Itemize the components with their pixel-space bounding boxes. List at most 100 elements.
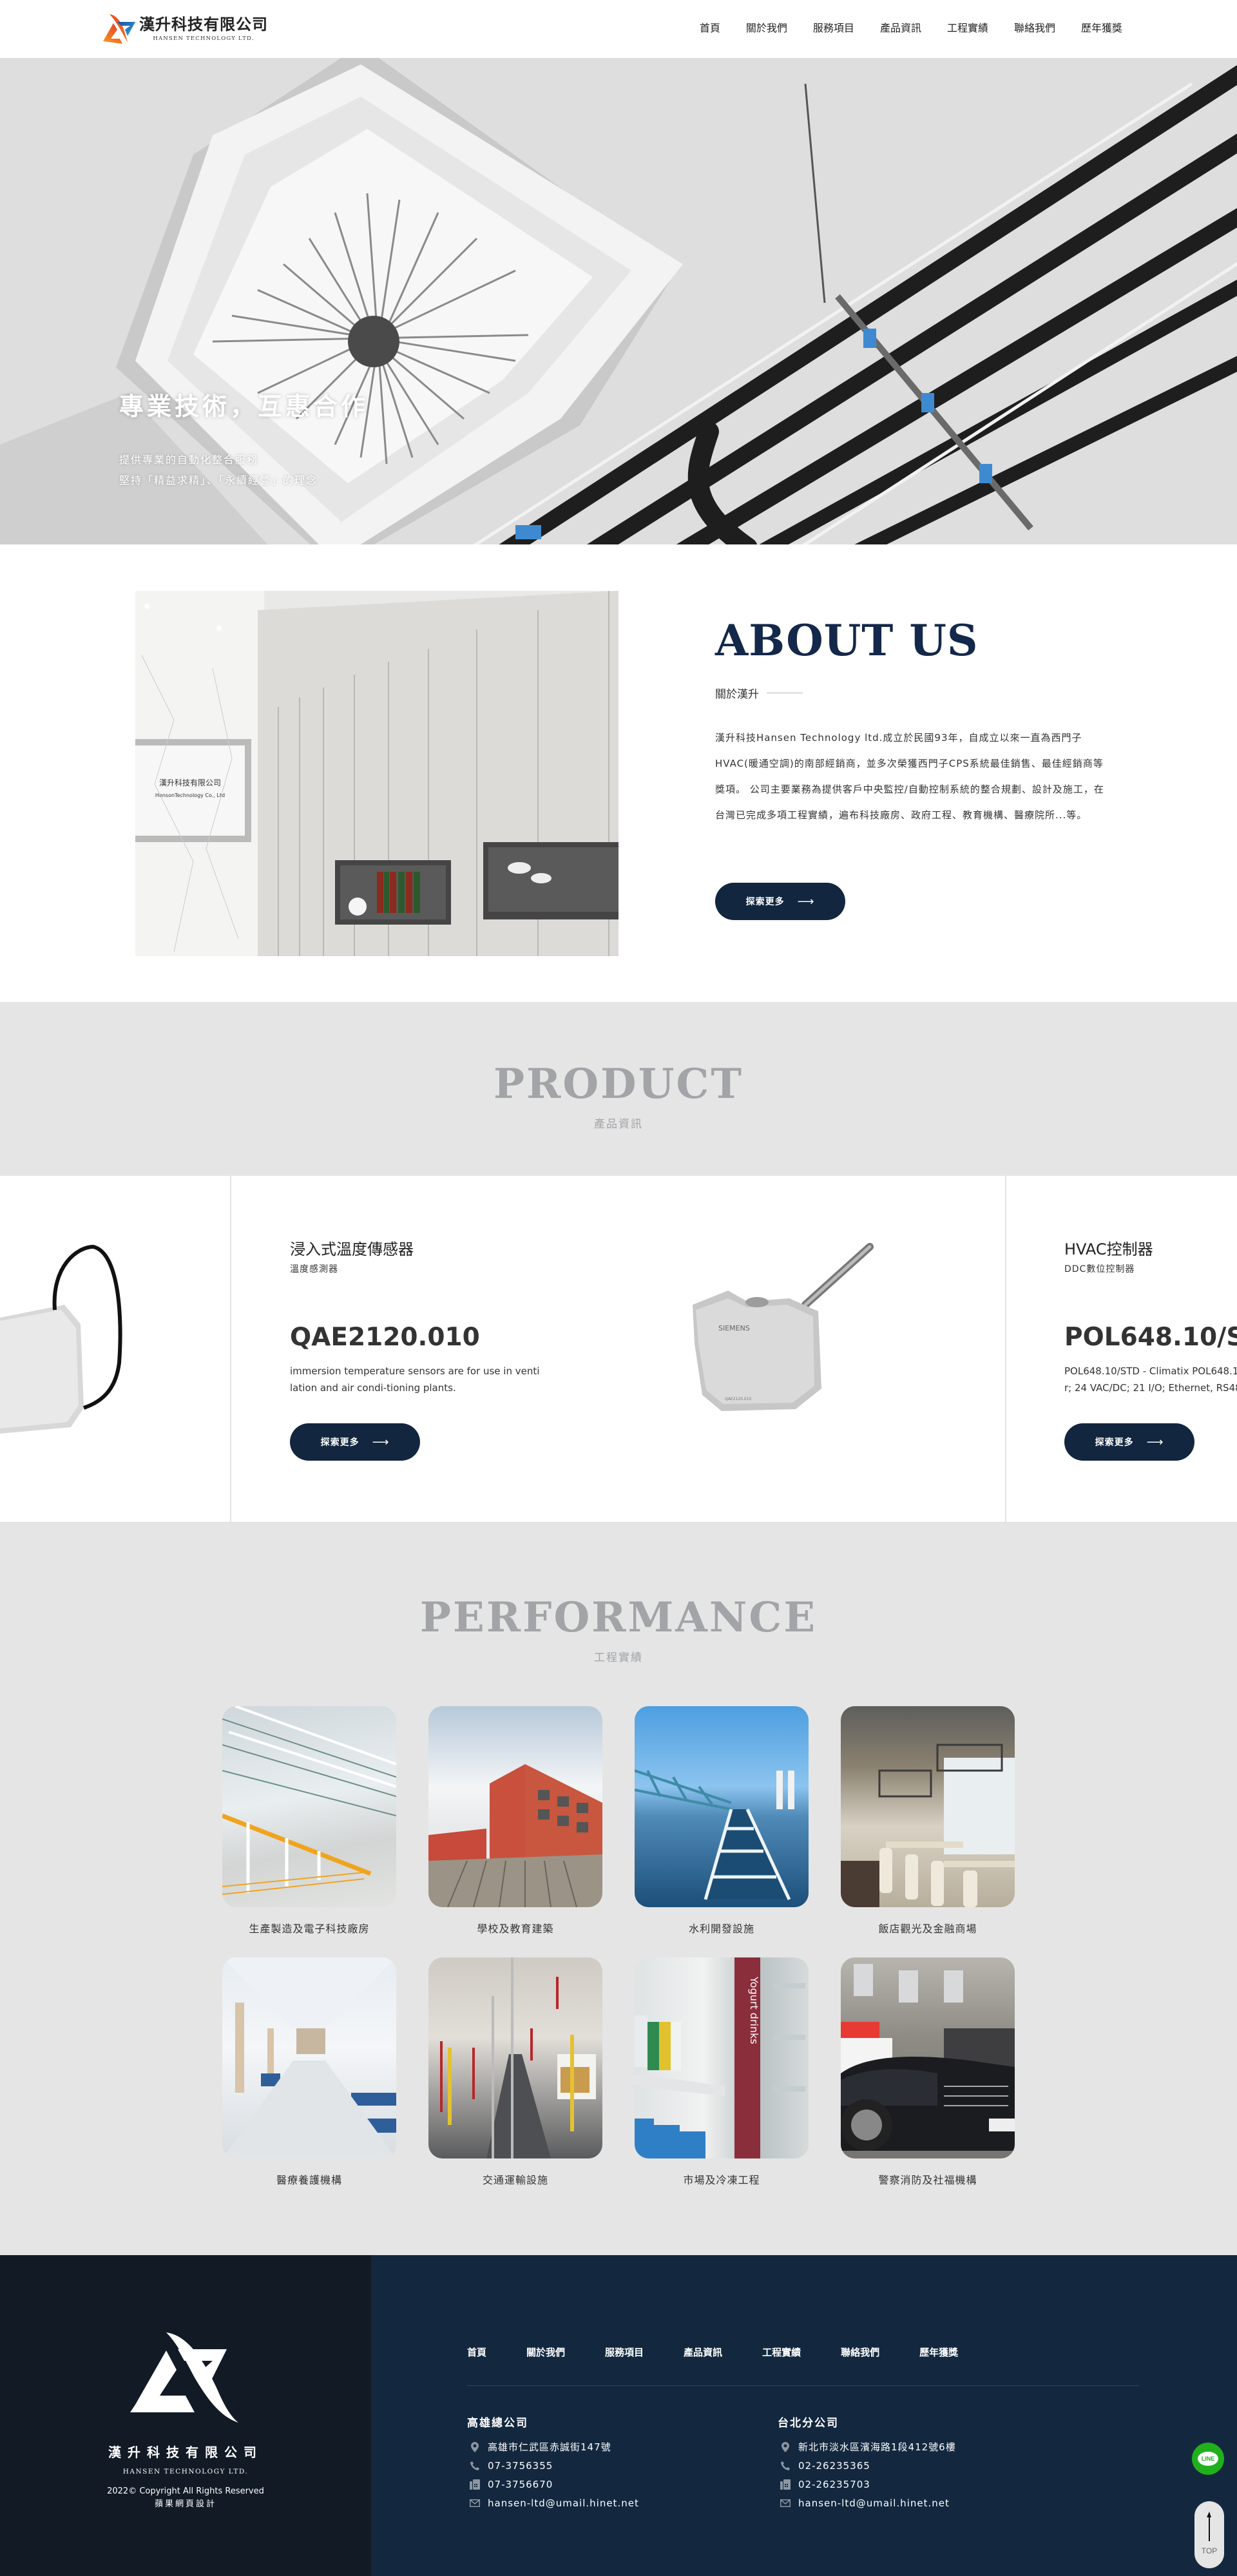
nav-item-products[interactable]: 產品資訊 [880,19,921,35]
footer-brand: 漢升科技有限公司 HANSEN TECHNOLOGY LTD. 2022© Co… [0,2255,371,2576]
office-fax: 02-26235703 [778,2475,956,2494]
back-to-top-button[interactable]: TOP [1194,2501,1224,2568]
hero-subtitle-line-2: 堅持「精益求精」、「永續經營」的理念 [119,474,318,486]
office-email-link[interactable]: hansen-ltd@umail.hinet.net [798,2497,950,2509]
product-name: HVAC控制器 [1064,1240,1153,1258]
nav-item-about[interactable]: 關於我們 [746,19,787,35]
performance-grid: 生產製造及電子科技廠房 學校及教育建築 水利開發設施 飯店觀光及金融商場 醫療養… [222,1706,1015,2187]
product-description: POL648.10/STD - Climatix POL648.10/STD c… [1064,1365,1237,1394]
performance-section: PERFORMANCE 工程實績 生產製造及電子科技廠房 學校及教育建築 水利開… [0,1523,1237,2255]
product-image-previous[interactable] [0,1240,129,1447]
arrow-right-icon: ⟶ [1146,1435,1164,1449]
performance-label: 生產製造及電子科技廠房 [249,1923,370,1935]
fax-icon [778,2479,793,2490]
product-explore-more-button[interactable]: 探索更多 ⟶ [290,1423,420,1461]
performance-item-factory[interactable]: 生產製造及電子科技廠房 [222,1706,396,1936]
office-address: 新北市淡水區濱海路1段412號6樓 [778,2437,956,2456]
back-to-top-label: TOP [1201,2546,1218,2555]
performance-label: 飯店觀光及金融商場 [878,1923,977,1935]
footer-divider [467,2385,1139,2386]
performance-item-restaurant[interactable]: 飯店觀光及金融商場 [841,1706,1015,1936]
performance-image-train [428,1957,602,2158]
performance-image-police [841,1957,1015,2158]
about-explore-more-label: 探索更多 [745,897,785,907]
logo[interactable]: 漢升科技有限公司 HANSEN TECHNOLOGY LTD. [102,10,268,46]
performance-image-hospital [222,1957,396,2158]
footer-nav-item-awards[interactable]: 歷年獲獎 [919,2345,958,2359]
nav-item-services[interactable]: 服務項目 [813,19,854,35]
hero-title: 專業技術，互惠合作 [119,392,369,421]
performance-item-hospital[interactable]: 醫療養護機構 [222,1957,396,2187]
about-explore-more-button[interactable]: 探索更多 ⟶ [715,883,845,920]
logo-mark-icon [103,14,135,44]
performance-label: 醫療養護機構 [276,2174,342,2186]
footer-designer-link[interactable]: 蘋果網頁設計 [0,2498,371,2511]
product-category: DDC數位控制器 [1064,1264,1135,1274]
footer-nav-item-contact[interactable]: 聯絡我們 [841,2345,879,2359]
performance-image-market: Yogurt drinks [635,1957,809,2158]
performance-image-school [428,1706,602,1907]
site-header: 漢升科技有限公司 HANSEN TECHNOLOGY LTD. 首頁 關於我們 … [0,0,1237,58]
about-image-sign-en: HensonTechnology Co., Ltd [155,793,225,798]
envelope-icon [778,2499,793,2507]
office-address: 高雄市仁武區赤誠街147號 [467,2437,639,2456]
footer-nav-item-about[interactable]: 關於我們 [526,2345,565,2359]
phone-icon [778,2461,793,2470]
office-phone: 02-26235365 [778,2456,956,2475]
nav-item-awards[interactable]: 歷年獲獎 [1081,19,1122,35]
office-fax-text: 02-26235703 [798,2478,870,2490]
fax-icon [467,2479,483,2490]
performance-item-school[interactable]: 學校及教育建築 [428,1706,602,1936]
footer-nav-item-products[interactable]: 產品資訊 [684,2345,722,2359]
office-phone: 07-3756355 [467,2456,639,2475]
footer-nav-item-services[interactable]: 服務項目 [605,2345,644,2359]
performance-item-water[interactable]: 水利開發設施 [635,1706,809,1936]
office-phone-link[interactable]: 07-3756355 [488,2460,553,2472]
footer-nav-item-projects[interactable]: 工程實績 [762,2345,801,2359]
envelope-icon [467,2499,483,2507]
product-card: HVAC控制器 DDC數位控制器 POL648.10/STD POL648.10… [1064,1176,1237,1522]
hero-subtitle: 提供專業的自動化整合服務 堅持「精益求精」、「永續經營」的理念 [119,450,318,491]
about-subtitle-text: 關於漢升 [715,688,759,701]
map-pin-icon [778,2441,793,2452]
product-name: 浸入式溫度傳感器 [290,1240,414,1258]
hero-subtitle-line-1: 提供專業的自動化整合服務 [119,454,259,466]
performance-title: PERFORMANCE [419,1593,818,1642]
about-body: 漢升科技Hansen Technology ltd.成立於民國93年，自成立以來… [715,732,1104,821]
performance-label: 市場及冷凍工程 [683,2174,760,2186]
footer-logo-mark-icon [130,2332,238,2423]
footer-copyright-text: 2022© Copyright All Rights Reserved [107,2486,264,2496]
logo-name-en: HANSEN TECHNOLOGY LTD. [153,35,254,42]
nav-item-projects[interactable]: 工程實績 [947,19,988,35]
performance-image-water [635,1706,809,1907]
product-category: 溫度感測器 [290,1264,338,1274]
performance-subtitle: 工程實績 [594,1651,643,1664]
logo-name-cn: 漢升科技有限公司 [139,15,268,34]
office-taipei: 台北分公司 新北市淡水區濱海路1段412號6樓 02-26235365 02-2… [778,2414,956,2512]
product-explore-more-button[interactable]: 探索更多 ⟶ [1064,1423,1194,1461]
phone-icon [467,2461,483,2470]
performance-item-police[interactable]: 警察消防及社福機構 [841,1957,1015,2187]
footer-nav: 首頁 關於我們 服務項目 產品資訊 工程實績 聯絡我們 歷年獲獎 [467,2345,998,2359]
product-image-brand: SIEMENS [718,1324,750,1332]
product-card: 浸入式溫度傳感器 溫度感測器 QAE2120.010 immersion tem… [290,1176,999,1522]
product-image-qae2120[interactable]: SIEMENS QAE2120.010 [676,1240,889,1421]
performance-item-train[interactable]: 交通運輸設施 [428,1957,602,2187]
product-carousel: 浸入式溫度傳感器 溫度感測器 QAE2120.010 immersion tem… [0,1176,1237,1523]
about-image-sign-cn: 漢升科技有限公司 [159,778,221,787]
footer-copyright: 2022© Copyright All Rights Reserved 蘋果網頁… [0,2485,371,2511]
product-description: immersion temperature sensors are for us… [290,1365,540,1394]
product-divider [1005,1176,1006,1522]
site-footer: 漢升科技有限公司 HANSEN TECHNOLOGY LTD. 2022© Co… [0,2255,1237,2576]
product-model: QAE2120.010 [290,1323,480,1352]
nav-item-contact[interactable]: 聯絡我們 [1014,19,1055,35]
performance-image-restaurant [841,1706,1015,1907]
footer-nav-item-home[interactable]: 首頁 [467,2345,486,2359]
nav-item-home[interactable]: 首頁 [700,19,720,35]
performance-item-market[interactable]: Yogurt drinks 市場及冷凍工程 [635,1957,809,2187]
office-email-link[interactable]: hansen-ltd@umail.hinet.net [488,2497,639,2509]
product-model: POL648.10/STD [1064,1323,1237,1352]
performance-label: 水利開發設施 [688,1923,754,1935]
line-chat-button[interactable]: LINE [1192,2443,1224,2475]
office-phone-link[interactable]: 02-26235365 [798,2460,870,2472]
